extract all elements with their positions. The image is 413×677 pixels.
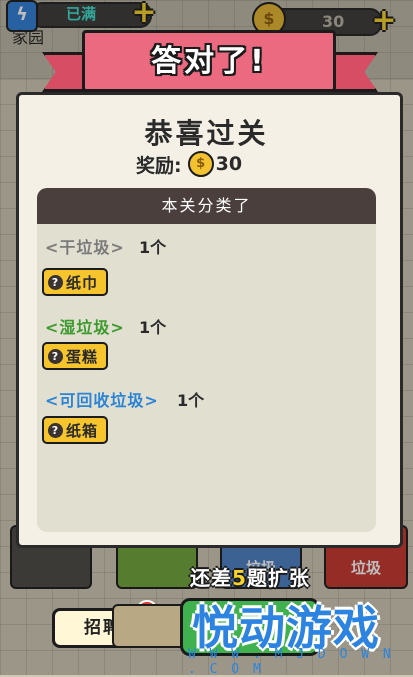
reward-amount: 30	[215, 153, 243, 175]
category-count: 1个	[139, 238, 167, 257]
question-icon: ?	[48, 348, 63, 364]
item-tag[interactable]: ? 纸箱	[42, 416, 109, 444]
reward-label: 奖励:	[136, 154, 182, 177]
item-tag[interactable]: ? 纸巾	[42, 268, 109, 296]
question-icon: ?	[48, 274, 63, 290]
category-dry-waste: <干垃圾>	[45, 238, 125, 257]
item-label: 蛋糕	[66, 347, 99, 366]
category-count: 1个	[177, 391, 205, 410]
category-count: 1个	[139, 318, 167, 337]
hint-suffix: 扩张	[267, 566, 310, 590]
item-label: 纸箱	[66, 421, 99, 440]
bottom-tile	[112, 604, 186, 648]
level-clear-title: 恭喜过关	[144, 117, 269, 150]
panel-header: 本关分类了	[37, 188, 376, 224]
banner-title: 答对了!	[151, 44, 267, 79]
watermark-url: W W W . M J D O W N . C O M	[188, 647, 394, 677]
category-recyclable: <可回收垃圾>	[45, 391, 159, 410]
hint-prefix: 还差	[190, 566, 232, 590]
item-label: 纸巾	[66, 273, 99, 292]
coin-icon: $	[187, 151, 214, 177]
hint-middle: 题	[246, 566, 268, 590]
reward-row: 奖励: $ 30	[136, 150, 242, 178]
question-icon: ?	[48, 422, 63, 438]
hint-number: 5	[232, 566, 247, 590]
item-tag[interactable]: ? 蛋糕	[42, 342, 109, 370]
category-wet-waste: <湿垃圾>	[45, 318, 125, 337]
expansion-hint: 还差5题扩张	[190, 562, 310, 591]
classification-summary: 本关分类了 <干垃圾> 1个 ? 纸巾 <湿垃圾> 1个 ? 蛋糕 <可回收垃圾…	[37, 188, 376, 532]
